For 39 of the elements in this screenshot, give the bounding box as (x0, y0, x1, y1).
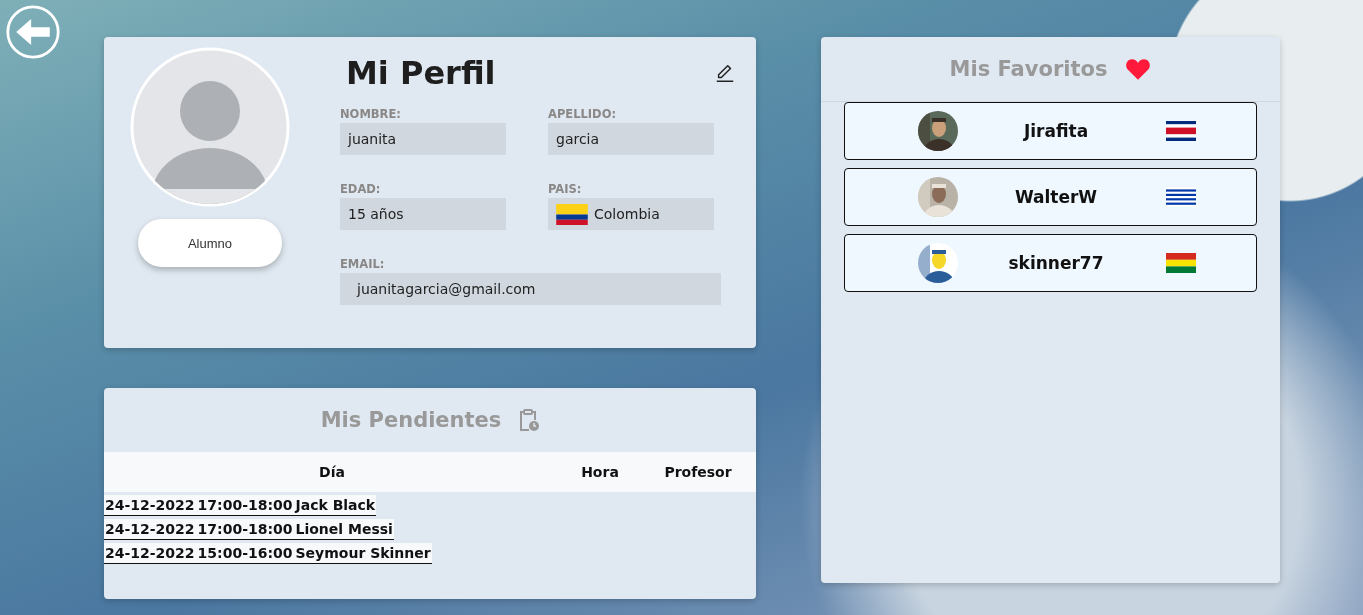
role-button[interactable]: Alumno (138, 219, 282, 267)
date-text: 24-12-2022 (105, 497, 195, 513)
date-text: 24-12-2022 (105, 545, 195, 561)
edit-icon[interactable] (714, 62, 736, 84)
favorite-name: skinner77 (1008, 253, 1104, 273)
favorite-item[interactable]: skinner77 (844, 234, 1257, 292)
flag-icon (556, 203, 588, 225)
teacher-name: Lionel Messi (295, 521, 393, 537)
column-header: Día (318, 464, 346, 480)
column-header: Profesor (663, 464, 733, 480)
field-label: EDAD: (340, 182, 382, 196)
field-label: PAIS: (548, 182, 583, 196)
field-label: EMAIL: (340, 257, 386, 271)
column-header: Hora (580, 464, 620, 480)
flag-icon (1166, 121, 1196, 141)
clipboard-clock-icon (519, 408, 540, 432)
field-value: 15 años (340, 198, 506, 230)
section-title: Mis Favoritos (949, 57, 1108, 81)
time-text: 17:00-18:00 (197, 497, 293, 513)
profile-title: Mi Perfil (346, 54, 496, 92)
field-value: juanita (340, 123, 506, 155)
field-label: NOMBRE: (340, 107, 402, 121)
heart-icon (1125, 57, 1152, 81)
section-title: Mis Pendientes (320, 408, 502, 432)
time-text: 15:00-16:00 (197, 545, 293, 561)
field-value: juanitagarcia@gmail.com (340, 273, 721, 305)
teacher-name: Jack Black (295, 497, 376, 513)
field-value: garcia (548, 123, 714, 155)
flag-icon (1166, 187, 1196, 207)
favorite-item[interactable]: WalterW (844, 168, 1257, 226)
field-value: Colombia (548, 198, 714, 230)
teacher-name: Seymour Skinner (295, 545, 431, 561)
flag-icon (1166, 253, 1196, 273)
favorite-item[interactable]: Jirafita (844, 102, 1257, 160)
favorite-name: Jirafita (1023, 121, 1089, 141)
favorite-name: WalterW (1014, 187, 1098, 207)
field-label: APELLIDO: (548, 107, 618, 121)
date-text: 24-12-2022 (105, 521, 195, 537)
time-text: 17:00-18:00 (197, 521, 293, 537)
